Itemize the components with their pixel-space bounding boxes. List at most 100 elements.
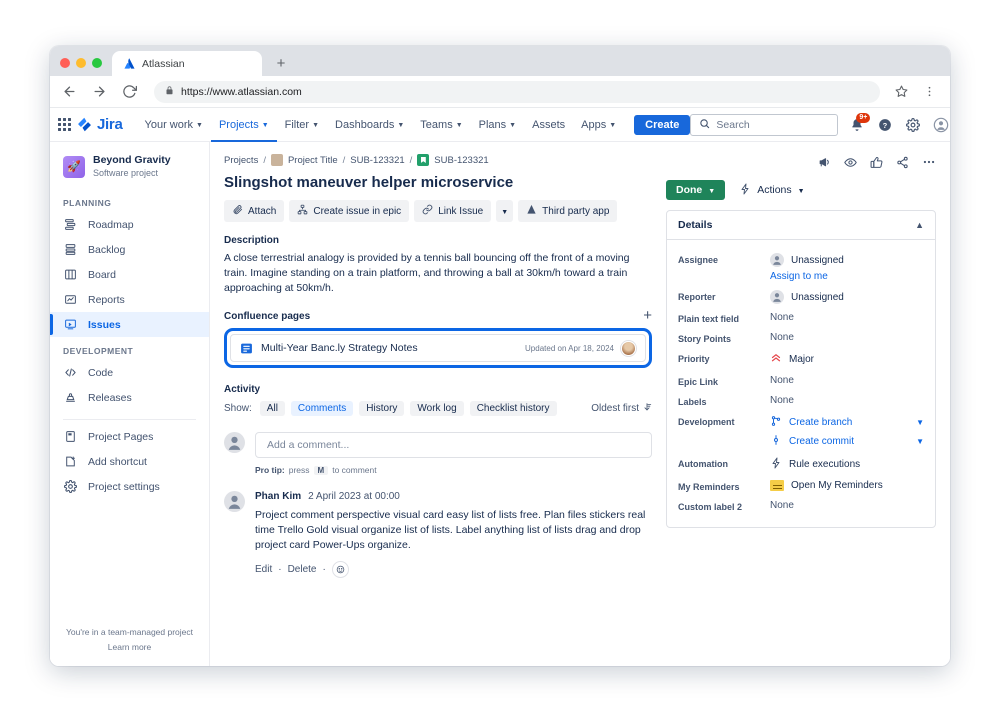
bell-icon[interactable]: 9+ [848, 116, 866, 134]
field-label: Plain text field [678, 312, 770, 324]
sidebar-item-reports[interactable]: Reports [50, 287, 209, 312]
close-window-button[interactable] [60, 58, 70, 68]
sidebar-item-issues[interactable]: Issues [50, 312, 209, 337]
nav-filter[interactable]: Filter▼ [277, 108, 327, 142]
megaphone-icon[interactable] [818, 156, 831, 169]
settings-gear-icon[interactable] [904, 116, 922, 134]
forward-arrow-icon[interactable] [90, 83, 108, 101]
add-reaction-icon[interactable] [332, 561, 349, 578]
field-value[interactable]: Major [789, 354, 814, 365]
field-value[interactable]: None [770, 375, 924, 386]
breadcrumb-projects[interactable]: Projects [224, 155, 258, 166]
link-issue-button[interactable]: Link Issue [414, 200, 491, 222]
nav-label: Dashboards [335, 119, 394, 131]
field-value[interactable]: Open My Reminders [791, 480, 883, 491]
more-actions-icon[interactable] [922, 155, 936, 169]
search-placeholder: Search [716, 119, 749, 131]
chevron-down-icon[interactable]: ▼ [916, 437, 924, 446]
attach-label: Attach [248, 206, 276, 217]
url-input[interactable]: https://www.atlassian.com [154, 81, 880, 103]
activity-filter-history[interactable]: History [359, 401, 404, 416]
new-tab-button[interactable]: + [268, 51, 294, 76]
details-header[interactable]: Details ▲ [667, 211, 935, 240]
status-badge[interactable]: Done ▼ [666, 180, 725, 200]
sidebar-item-project-settings[interactable]: Project settings [50, 474, 209, 499]
sidebar-item-board[interactable]: Board [50, 262, 209, 287]
comment-edit-button[interactable]: Edit [255, 564, 272, 575]
field-label: My Reminders [678, 480, 770, 492]
activity-filter-all[interactable]: All [260, 401, 285, 416]
field-value[interactable]: None [770, 500, 924, 511]
sidebar-item-add-shortcut[interactable]: Add shortcut [50, 449, 209, 474]
activity-filter-comments[interactable]: Comments [291, 401, 353, 416]
actions-button[interactable]: Actions ▼ [739, 183, 804, 198]
help-icon[interactable]: ? [876, 116, 894, 134]
sidebar-item-roadmap[interactable]: Roadmap [50, 212, 209, 237]
chevron-down-icon[interactable]: ▼ [916, 418, 924, 427]
sidebar-item-releases[interactable]: Releases [50, 385, 209, 410]
plus-icon[interactable]: + [643, 310, 652, 322]
page-title: Slingshot maneuver helper microservice [224, 174, 652, 191]
create-issue-in-epic-button[interactable]: Create issue in epic [289, 200, 409, 222]
browser-tab[interactable]: Atlassian [112, 51, 262, 76]
watch-eye-icon[interactable] [844, 156, 857, 169]
field-value[interactable]: None [770, 312, 924, 323]
sidebar-item-project-pages[interactable]: Project Pages [50, 424, 209, 449]
comment-body: Project comment perspective visual card … [255, 508, 652, 553]
nav-plans[interactable]: Plans▼ [471, 108, 524, 142]
confluence-page-row[interactable]: Multi-Year Banc.ly Strategy Notes Update… [230, 334, 646, 362]
thumbs-up-icon[interactable] [870, 156, 883, 169]
field-value[interactable]: None [770, 332, 924, 343]
create-commit-link[interactable]: Create commit [789, 436, 854, 447]
nav-apps[interactable]: Apps▼ [573, 108, 624, 142]
confluence-page-title: Multi-Year Banc.ly Strategy Notes [261, 342, 418, 354]
sidebar-group-planning-label: PLANNING [50, 189, 209, 212]
link-issue-dropdown-button[interactable]: ▼ [496, 200, 513, 222]
comment-delete-button[interactable]: Delete [288, 564, 317, 575]
chevron-up-icon[interactable]: ▲ [915, 220, 924, 230]
assign-to-me-link[interactable]: Assign to me [770, 271, 924, 282]
minimize-window-button[interactable] [76, 58, 86, 68]
comment-input[interactable]: Add a comment... [255, 432, 652, 458]
window-controls[interactable] [58, 58, 112, 76]
sidebar-item-label: Project settings [88, 481, 160, 493]
sidebar-footer-link[interactable]: Learn more [50, 642, 209, 652]
sidebar-footer-text: You're in a team-managed project [50, 627, 209, 637]
nav-dashboards[interactable]: Dashboards▼ [327, 108, 412, 142]
reload-icon[interactable] [120, 83, 138, 101]
sidebar-group-development-label: DEVELOPMENT [50, 337, 209, 360]
create-branch-link[interactable]: Create branch [789, 417, 852, 428]
star-icon[interactable] [892, 83, 910, 101]
nav-your-work[interactable]: Your work▼ [137, 108, 211, 142]
priority-major-icon [770, 352, 782, 367]
third-party-app-button[interactable]: Third party app [518, 200, 617, 222]
back-arrow-icon[interactable] [60, 83, 78, 101]
share-icon[interactable] [896, 156, 909, 169]
kebab-menu-icon[interactable] [920, 83, 938, 101]
breadcrumb-project-title[interactable]: Project Title [288, 155, 338, 166]
create-button[interactable]: Create [634, 115, 690, 135]
nav-projects[interactable]: Projects▼ [211, 108, 277, 142]
issue-main-column: Projects / Project Title / SUB-123321 / … [224, 154, 652, 666]
project-header[interactable]: 🚀 Beyond Gravity Software project [50, 152, 209, 189]
jira-logo[interactable]: Jira [77, 116, 123, 133]
activity-sort-button[interactable]: Oldest first [591, 402, 652, 415]
nav-teams[interactable]: Teams▼ [412, 108, 470, 142]
grid-icon[interactable] [58, 114, 71, 136]
maximize-window-button[interactable] [92, 58, 102, 68]
field-value[interactable]: None [770, 395, 924, 406]
show-label: Show: [224, 403, 252, 414]
nav-assets[interactable]: Assets [524, 108, 573, 142]
chevron-down-icon: ▼ [798, 188, 805, 195]
breadcrumb-issue-key[interactable]: SUB-123321 [434, 155, 488, 166]
activity-filter-checklist-history[interactable]: Checklist history [470, 401, 557, 416]
activity-filter-work-log[interactable]: Work log [410, 401, 463, 416]
profile-avatar-icon[interactable] [932, 116, 950, 134]
attach-button[interactable]: Attach [224, 200, 284, 222]
comment-actions: Edit · Delete · [255, 561, 652, 578]
sidebar-item-code[interactable]: Code [50, 360, 209, 385]
breadcrumb-parent-key[interactable]: SUB-123321 [350, 155, 404, 166]
sidebar-item-backlog[interactable]: Backlog [50, 237, 209, 262]
field-value[interactable]: Rule executions [789, 459, 860, 470]
search-input[interactable]: Search [690, 114, 838, 136]
